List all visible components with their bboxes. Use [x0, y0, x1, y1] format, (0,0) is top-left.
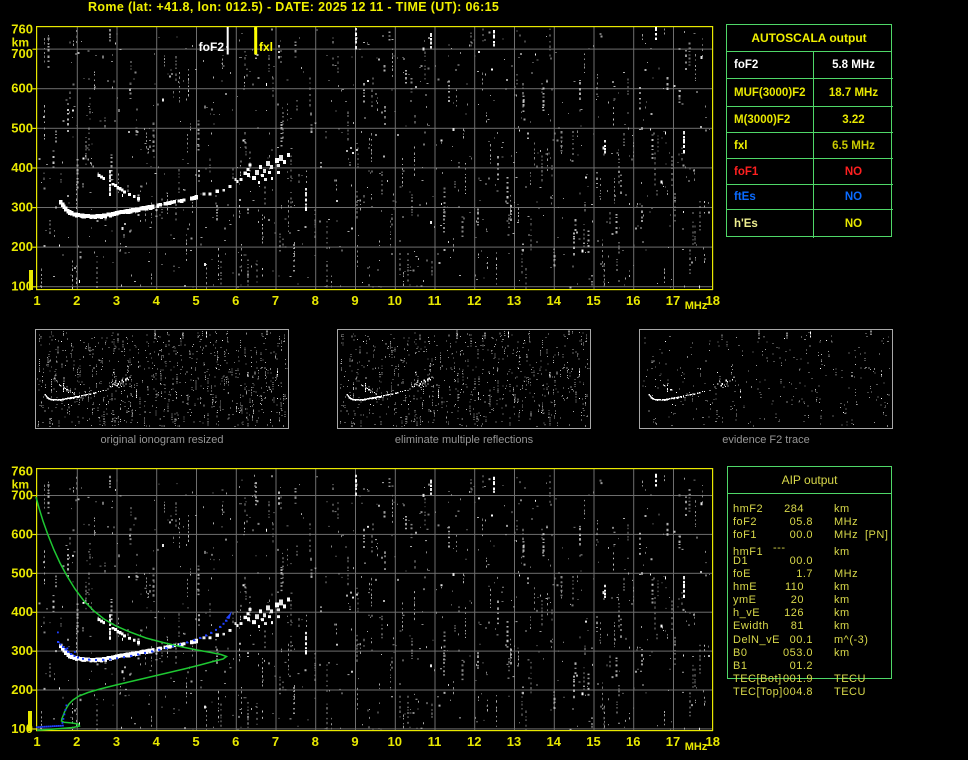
svg-text:8: 8 [312, 293, 319, 308]
svg-text:760: 760 [11, 22, 33, 37]
svg-text:400: 400 [11, 160, 33, 175]
svg-text:17: 17 [666, 293, 680, 308]
svg-text:18: 18 [706, 293, 720, 308]
svg-text:18: 18 [706, 734, 720, 749]
svg-text:15: 15 [586, 734, 600, 749]
svg-text:2: 2 [73, 734, 80, 749]
svg-text:9: 9 [351, 734, 358, 749]
svg-text:evidence F2 trace: evidence F2 trace [722, 434, 809, 446]
svg-text:200: 200 [11, 239, 33, 254]
svg-text:13: 13 [507, 734, 521, 749]
svg-text:500: 500 [11, 565, 33, 580]
svg-text:100: 100 [11, 279, 33, 294]
svg-text:600: 600 [11, 81, 33, 96]
svg-text:MHz: MHz [685, 300, 708, 312]
svg-text:400: 400 [11, 604, 33, 619]
svg-text:12: 12 [467, 293, 481, 308]
svg-text:11: 11 [428, 293, 442, 308]
svg-text:MHz: MHz [685, 741, 708, 753]
svg-text:600: 600 [11, 526, 33, 541]
svg-text:foF2: foF2 [199, 40, 225, 54]
svg-text:14: 14 [547, 734, 562, 749]
svg-text:5: 5 [192, 734, 199, 749]
svg-text:10: 10 [388, 734, 402, 749]
svg-text:16: 16 [626, 734, 640, 749]
svg-text:3: 3 [113, 734, 120, 749]
svg-text:3: 3 [113, 293, 120, 308]
svg-text:original ionogram resized: original ionogram resized [101, 434, 224, 446]
svg-text:4: 4 [153, 293, 161, 308]
svg-text:700: 700 [11, 488, 33, 503]
svg-text:4: 4 [153, 734, 161, 749]
svg-text:200: 200 [11, 682, 33, 697]
svg-text:14: 14 [547, 293, 562, 308]
svg-text:12: 12 [467, 734, 481, 749]
svg-text:fxl: fxl [259, 40, 273, 54]
svg-text:16: 16 [626, 293, 640, 308]
svg-text:1: 1 [33, 734, 40, 749]
svg-text:17: 17 [666, 734, 680, 749]
svg-text:10: 10 [388, 293, 402, 308]
svg-text:7: 7 [272, 734, 279, 749]
svg-text:13: 13 [507, 293, 521, 308]
svg-text:9: 9 [351, 293, 358, 308]
svg-text:1: 1 [33, 293, 40, 308]
svg-text:5: 5 [192, 293, 199, 308]
svg-text:7: 7 [272, 293, 279, 308]
svg-text:760: 760 [11, 464, 33, 479]
svg-text:300: 300 [11, 200, 33, 215]
svg-text:6: 6 [232, 293, 239, 308]
svg-text:eliminate multiple reflections: eliminate multiple reflections [395, 434, 534, 446]
svg-text:300: 300 [11, 643, 33, 658]
svg-text:15: 15 [586, 293, 600, 308]
svg-text:11: 11 [428, 734, 442, 749]
svg-text:8: 8 [312, 734, 319, 749]
svg-text:2: 2 [73, 293, 80, 308]
svg-text:6: 6 [232, 734, 239, 749]
svg-text:700: 700 [11, 46, 33, 61]
svg-text:500: 500 [11, 120, 33, 135]
